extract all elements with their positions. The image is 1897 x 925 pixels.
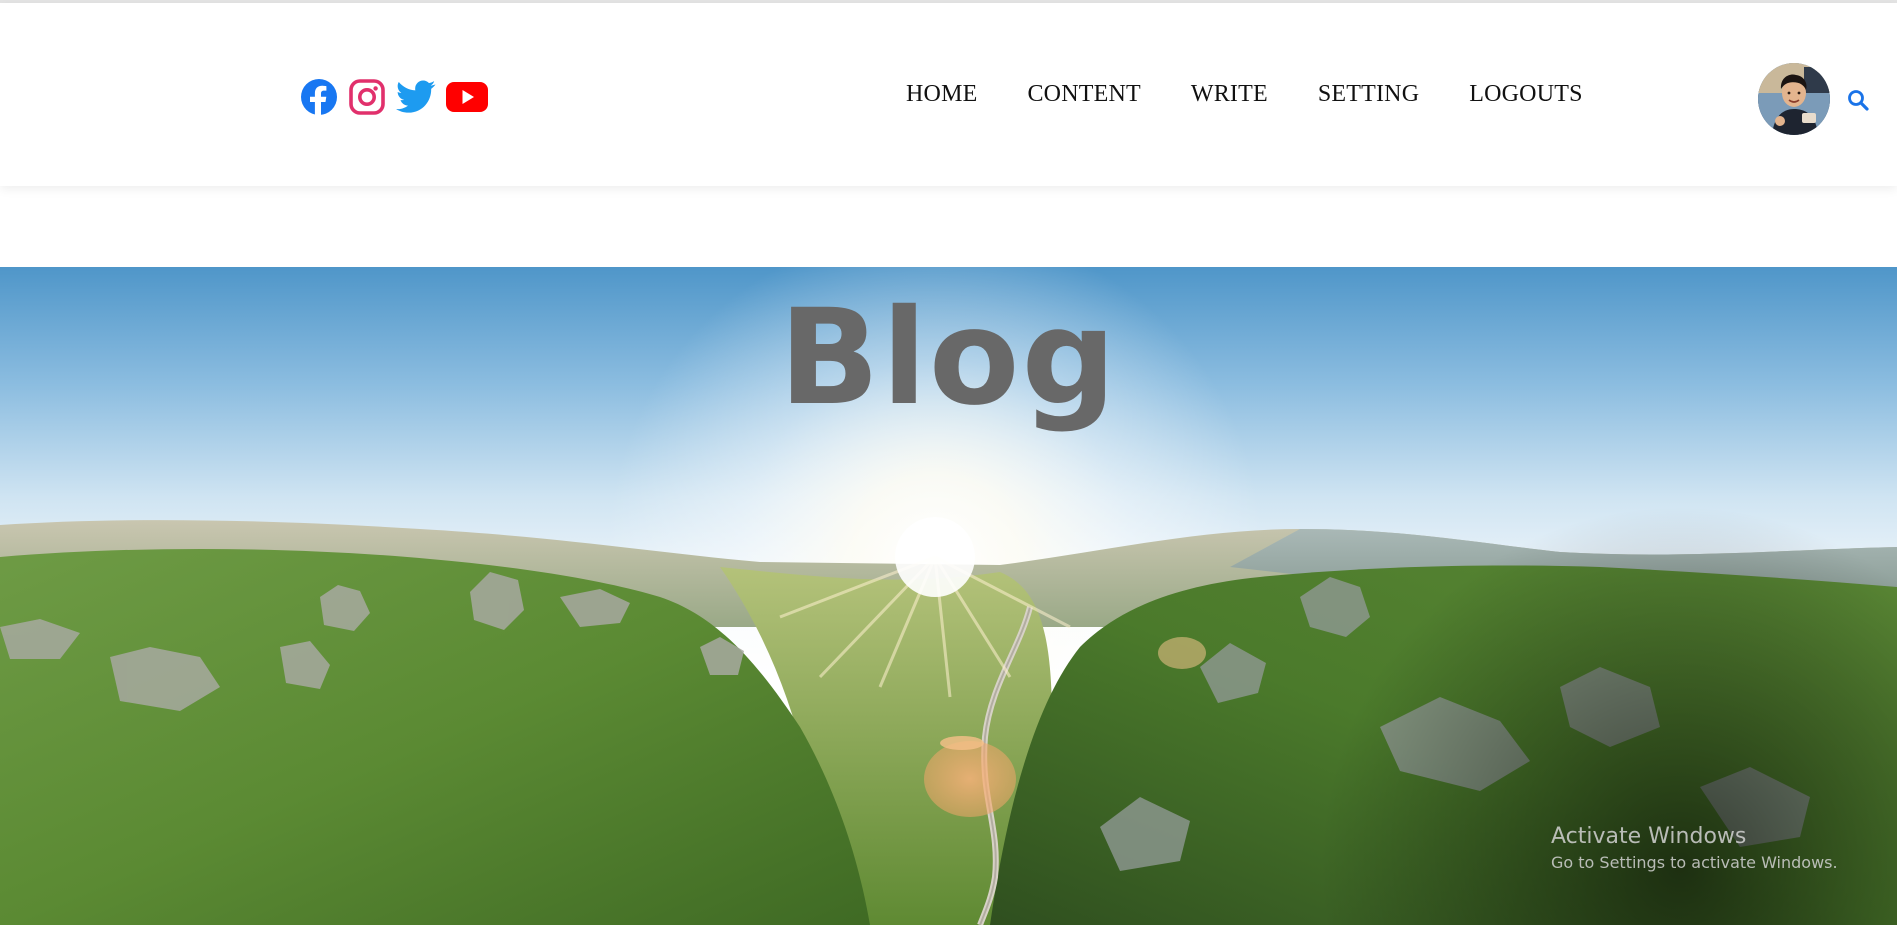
watermark-title: Activate Windows	[1551, 824, 1747, 849]
nav-logouts[interactable]: LOGOUTS	[1469, 81, 1582, 108]
header-bar: HOME CONTENT WRITE SETTING LOGOUTS	[0, 3, 1897, 186]
nav-setting[interactable]: SETTING	[1318, 81, 1419, 108]
instagram-icon[interactable]	[348, 78, 386, 116]
page-title: Blog	[778, 281, 1119, 436]
watermark-subtitle: Go to Settings to activate Windows.	[1551, 853, 1838, 872]
facebook-icon[interactable]	[300, 78, 338, 116]
youtube-icon[interactable]	[446, 82, 488, 112]
twitter-icon[interactable]	[396, 79, 436, 115]
nav-write[interactable]: WRITE	[1191, 81, 1268, 108]
nav-home[interactable]: HOME	[906, 81, 977, 108]
nav-content[interactable]: CONTENT	[1027, 81, 1140, 108]
social-links	[300, 77, 488, 117]
main-nav: HOME CONTENT WRITE SETTING LOGOUTS	[906, 81, 1583, 108]
activate-windows-watermark: Activate Windows Go to Settings to activ…	[1551, 822, 1838, 874]
search-icon[interactable]	[1845, 87, 1871, 113]
user-avatar[interactable]	[1758, 63, 1830, 135]
